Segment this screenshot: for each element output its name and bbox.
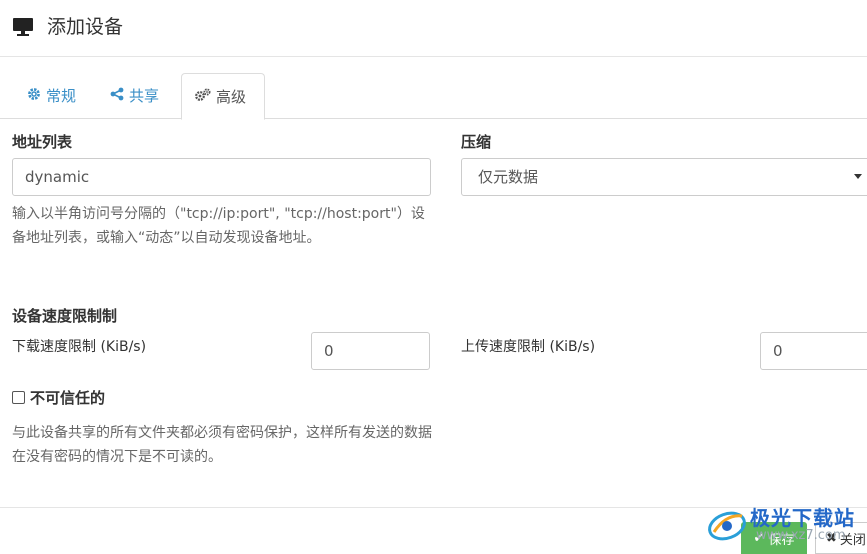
untrusted-checkbox[interactable] bbox=[12, 391, 25, 404]
download-rate-input[interactable]: 0 bbox=[311, 332, 430, 370]
chevron-down-icon bbox=[854, 174, 862, 179]
untrusted-label: 不可信任的 bbox=[30, 389, 106, 407]
watermark: 极光下载站 www.xz7.com bbox=[706, 500, 867, 554]
compression-select[interactable]: 仅元数据 bbox=[461, 158, 867, 196]
download-rate-label: 下载速度限制 (KiB/s) bbox=[12, 339, 147, 355]
rate-limits-heading: 设备速度限制制 bbox=[12, 307, 118, 325]
tab-sharing[interactable]: 共享 bbox=[98, 73, 171, 119]
addresses-input[interactable]: dynamic bbox=[12, 158, 431, 196]
gear-icon bbox=[27, 73, 41, 119]
dialog-header: 添加设备 bbox=[0, 0, 867, 57]
tab-general-label: 常规 bbox=[46, 87, 77, 105]
watermark-text: 极光下载站 bbox=[750, 506, 855, 530]
addresses-label: 地址列表 bbox=[12, 133, 73, 151]
gears-icon bbox=[194, 74, 211, 120]
upload-rate-input[interactable]: 0 bbox=[760, 332, 867, 370]
tab-advanced[interactable]: 高级 bbox=[181, 73, 265, 120]
upload-rate-label: 上传速度限制 (KiB/s) bbox=[461, 339, 596, 355]
compression-label: 压缩 bbox=[461, 133, 492, 151]
compression-selected: 仅元数据 bbox=[478, 168, 539, 186]
dialog-title: 添加设备 bbox=[47, 16, 124, 38]
addresses-help: 输入以半角访问号分隔的（"tcp://ip:port", "tcp://host… bbox=[12, 206, 425, 246]
tab-bar: 常规 共享 高级 bbox=[0, 73, 867, 120]
tab-general[interactable]: 常规 bbox=[15, 73, 88, 119]
watermark-url: www.xz7.com bbox=[756, 528, 846, 543]
untrusted-help: 与此设备共享的所有文件夹都必须有密码保护，这样所有发送的数据在没有密码的情况下是… bbox=[12, 425, 432, 465]
monitor-icon bbox=[12, 17, 34, 37]
tab-advanced-label: 高级 bbox=[216, 87, 247, 106]
watermark-logo-icon bbox=[706, 506, 748, 548]
share-icon bbox=[110, 73, 124, 119]
tab-sharing-label: 共享 bbox=[129, 87, 160, 105]
